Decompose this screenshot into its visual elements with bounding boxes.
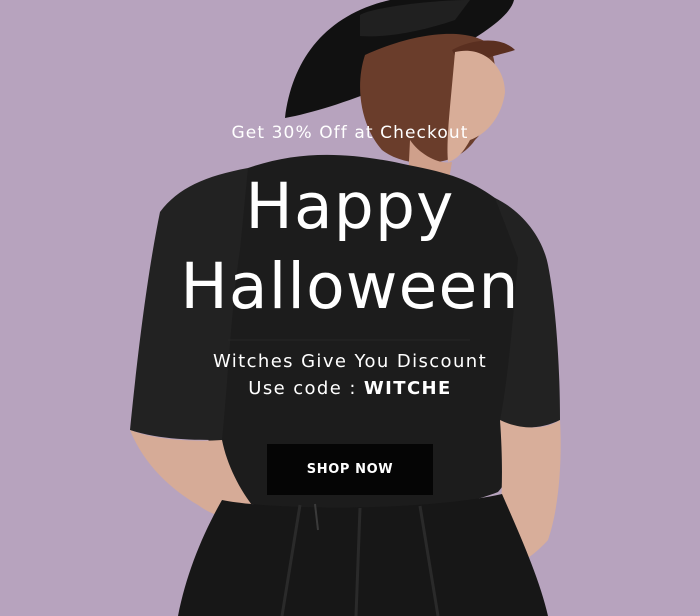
headline-line-1: Happy [245, 170, 455, 243]
hero-content: Get 30% Off at Checkout Happy Halloween … [0, 0, 700, 616]
headline: Happy Halloween [0, 167, 700, 327]
coupon-prefix: Use code : [248, 378, 364, 399]
shop-now-button[interactable]: SHOP NOW [267, 444, 433, 495]
headline-line-2: Halloween [180, 250, 520, 323]
offer-text: Get 30% Off at Checkout [231, 123, 469, 143]
coupon-line: Use code : WITCHE [0, 375, 700, 402]
subtitle-line-1: Witches Give You Discount [212, 351, 488, 372]
hero-banner: Get 30% Off at Checkout Happy Halloween … [0, 0, 700, 616]
subtitle: Witches Give You Discount Use code : WIT… [0, 348, 700, 402]
coupon-code: WITCHE [363, 378, 452, 399]
